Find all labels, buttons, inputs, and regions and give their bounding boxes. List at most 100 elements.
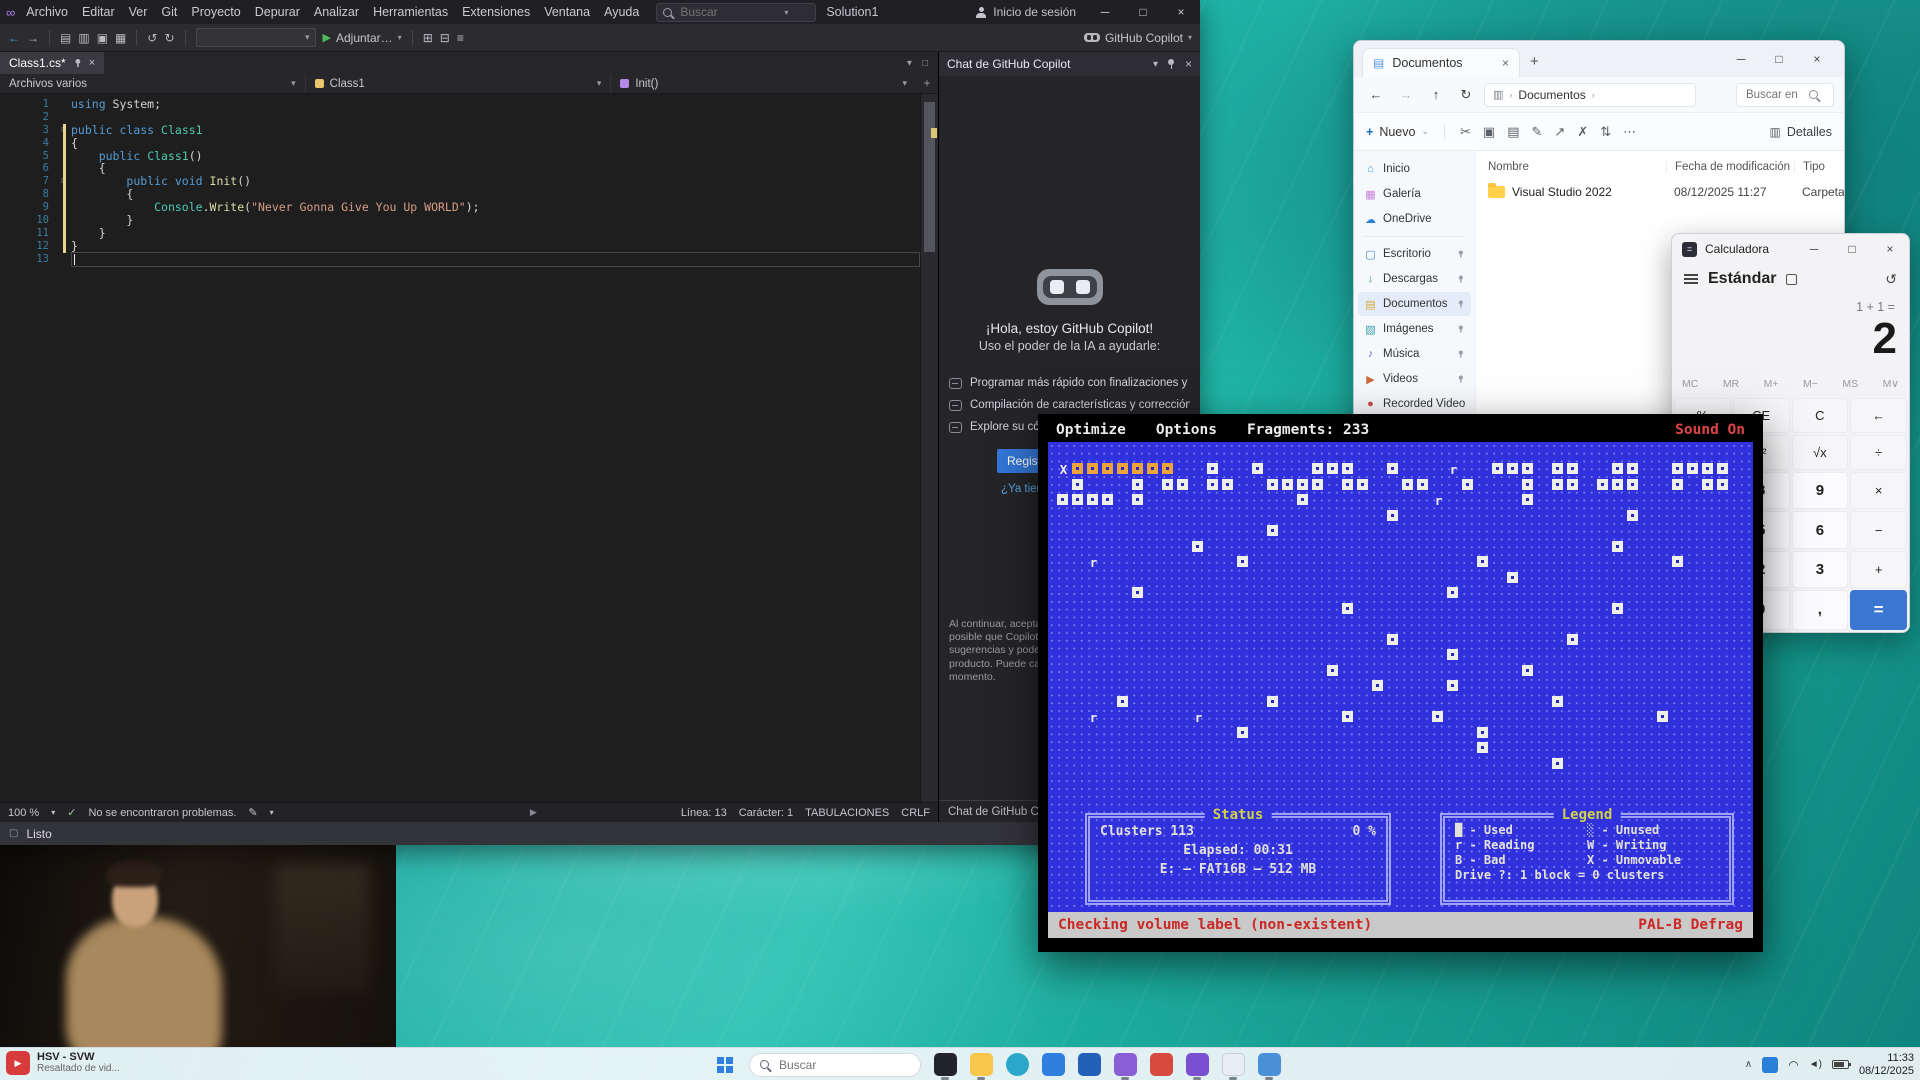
problems-status[interactable]: No se encontraron problemas. (88, 807, 236, 819)
navigate-back-icon[interactable]: ← (8, 31, 20, 45)
code-editor[interactable]: 1using System;23⊟public class Class14{5 … (0, 94, 938, 802)
indentation-mode[interactable]: TABULACIONES (805, 807, 889, 819)
save-icon[interactable]: ▣ (97, 31, 108, 45)
hamburger-menu-icon[interactable] (1684, 278, 1698, 280)
copy-icon[interactable]: ▣ (1483, 124, 1495, 140)
debug-target-dropdown[interactable]: ▾ (196, 28, 316, 47)
maximize-button[interactable]: □ (1760, 41, 1798, 77)
sidebar-item-onedrive[interactable]: ☁ OneDrive (1358, 207, 1471, 231)
sort-icon[interactable]: ⇅ (1600, 124, 1611, 140)
recording-toast[interactable]: ▶ HSV - SVW Resaltado de vid... (6, 1051, 120, 1075)
close-tab-icon[interactable]: × (89, 57, 95, 69)
video-player[interactable] (0, 845, 396, 1047)
more-options-icon[interactable]: ⋯ (1623, 124, 1636, 140)
app-icon-dosbox[interactable] (927, 1048, 963, 1080)
app-icon-mail[interactable] (1071, 1048, 1107, 1080)
hscroll-right-arrow-icon[interactable]: ▶ (530, 807, 537, 818)
explorer-search-input[interactable] (1744, 88, 1804, 102)
undo-icon[interactable]: ↺ (147, 31, 157, 45)
equals-key[interactable]: = (1850, 590, 1907, 630)
menu-git[interactable]: Git (154, 0, 184, 24)
menu-archivo[interactable]: Archivo (19, 0, 75, 24)
volume-icon[interactable]: ◄) (1809, 1059, 1822, 1070)
back-icon[interactable]: ← (1364, 87, 1388, 102)
app-icon-store[interactable] (1035, 1048, 1071, 1080)
app-icon-notepad[interactable] (1215, 1048, 1251, 1080)
decimal-key[interactable]: , (1792, 590, 1849, 630)
paste-icon[interactable]: ▤ (1507, 124, 1519, 140)
forward-icon[interactable]: → (1394, 87, 1418, 102)
explorer-tab[interactable]: ▤ Documentos × (1362, 48, 1520, 77)
digit-9-key[interactable]: 9 (1792, 472, 1849, 509)
navigate-forward-icon[interactable]: → (27, 31, 39, 45)
app-icon-visual-studio[interactable] (1107, 1048, 1143, 1080)
memory-store-button[interactable]: MS (1842, 378, 1858, 390)
share-icon[interactable]: ↗ (1554, 124, 1565, 140)
line-ending-mode[interactable]: CRLF (901, 807, 930, 819)
file-row[interactable]: Visual Studio 2022 08/12/2025 11:27 Carp… (1488, 179, 1844, 205)
defrag-menu-options[interactable]: Options (1156, 422, 1217, 438)
divide-key[interactable]: ÷ (1850, 435, 1907, 470)
address-bar[interactable]: ▥ › Documentos › (1484, 83, 1696, 107)
sign-in-button[interactable]: Inicio de sesión (965, 5, 1086, 19)
new-file-icon[interactable]: ▤ (60, 31, 71, 45)
app-icon-media-red[interactable] (1143, 1048, 1179, 1080)
sidebar-item-imagenes[interactable]: ▧ Imágenes (1358, 317, 1471, 341)
float-window-icon[interactable]: □ (922, 58, 928, 69)
pin-icon[interactable] (74, 59, 81, 67)
memory-recall-button[interactable]: MR (1723, 378, 1739, 390)
backspace-key[interactable]: ← (1850, 398, 1907, 433)
close-tab-icon[interactable]: × (1502, 56, 1509, 70)
history-icon[interactable]: ↺ (1885, 271, 1897, 288)
details-toggle[interactable]: ▥ Detalles (1769, 125, 1832, 139)
pin-icon[interactable] (1167, 59, 1176, 69)
clear-key[interactable]: C (1792, 398, 1849, 433)
tab-class1[interactable]: Class1.cs* × (0, 52, 104, 74)
column-tipo[interactable]: Tipo (1794, 161, 1844, 173)
menu-editar[interactable]: Editar (75, 0, 122, 24)
menu-depurar[interactable]: Depurar (248, 0, 307, 24)
breadcrumb-member[interactable]: Init() ▾ (611, 74, 916, 93)
add-view-icon[interactable]: + (916, 78, 938, 90)
sidebar-item-descargas[interactable]: ↓ Descargas (1358, 267, 1471, 291)
app-icon-calculator[interactable] (1251, 1048, 1287, 1080)
maximize-button[interactable]: □ (1124, 0, 1162, 24)
bookmark-icon[interactable]: ≡ (457, 31, 464, 45)
sidebar-item-recorded-video[interactable]: ● Recorded Video (1358, 392, 1471, 416)
multiply-key[interactable]: × (1850, 472, 1907, 509)
tab-list-chevron-icon[interactable]: ▾ (907, 58, 912, 69)
github-copilot-button[interactable]: GitHub Copilot ▾ (1084, 31, 1192, 45)
memory-clear-button[interactable]: MC (1682, 378, 1698, 390)
column-nombre[interactable]: Nombre (1488, 161, 1666, 173)
save-all-icon[interactable]: ▦ (115, 31, 126, 45)
breadcrumb-class[interactable]: Class1 ▾ (306, 74, 612, 93)
up-icon[interactable]: ↑ (1424, 87, 1448, 102)
close-button[interactable]: × (1871, 234, 1909, 264)
app-icon-media-player[interactable] (1179, 1048, 1215, 1080)
battery-icon[interactable] (1832, 1060, 1849, 1069)
zoom-level[interactable]: 100 % (8, 807, 39, 819)
clock[interactable]: 11:33 08/12/2025 (1859, 1052, 1914, 1078)
breadcrumb-project[interactable]: Archivos varios ▾ (0, 74, 306, 93)
sidebar-item-escritorio[interactable]: ▢ Escritorio (1358, 242, 1471, 266)
menu-ver[interactable]: Ver (122, 0, 155, 24)
sqrt-key[interactable]: √x (1792, 435, 1849, 470)
minimize-button[interactable]: ─ (1795, 234, 1833, 264)
attach-button[interactable]: ▶ Adjuntar… ▾ (323, 31, 402, 45)
explorer-search-box[interactable] (1736, 83, 1834, 107)
digit-6-key[interactable]: 6 (1792, 511, 1849, 548)
vs-search-input[interactable] (678, 4, 778, 20)
sidebar-item-galeria[interactable]: ▦ Galería (1358, 182, 1471, 206)
delete-icon[interactable]: ✗ (1577, 124, 1588, 140)
rename-icon[interactable]: ✎ (1532, 124, 1543, 140)
new-button[interactable]: + Nuevo ⌄ (1366, 125, 1429, 139)
menu-analizar[interactable]: Analizar (307, 0, 366, 24)
menu-extensiones[interactable]: Extensiones (455, 0, 537, 24)
defrag-sound-toggle[interactable]: Sound On (1675, 422, 1745, 438)
new-tab-button[interactable]: + (1530, 53, 1539, 70)
taskbar-search-input[interactable] (777, 1057, 887, 1073)
subtract-key[interactable]: − (1850, 511, 1907, 548)
app-icon-edge[interactable] (999, 1048, 1035, 1080)
sidebar-item-musica[interactable]: ♪ Música (1358, 342, 1471, 366)
menu-proyecto[interactable]: Proyecto (184, 0, 247, 24)
